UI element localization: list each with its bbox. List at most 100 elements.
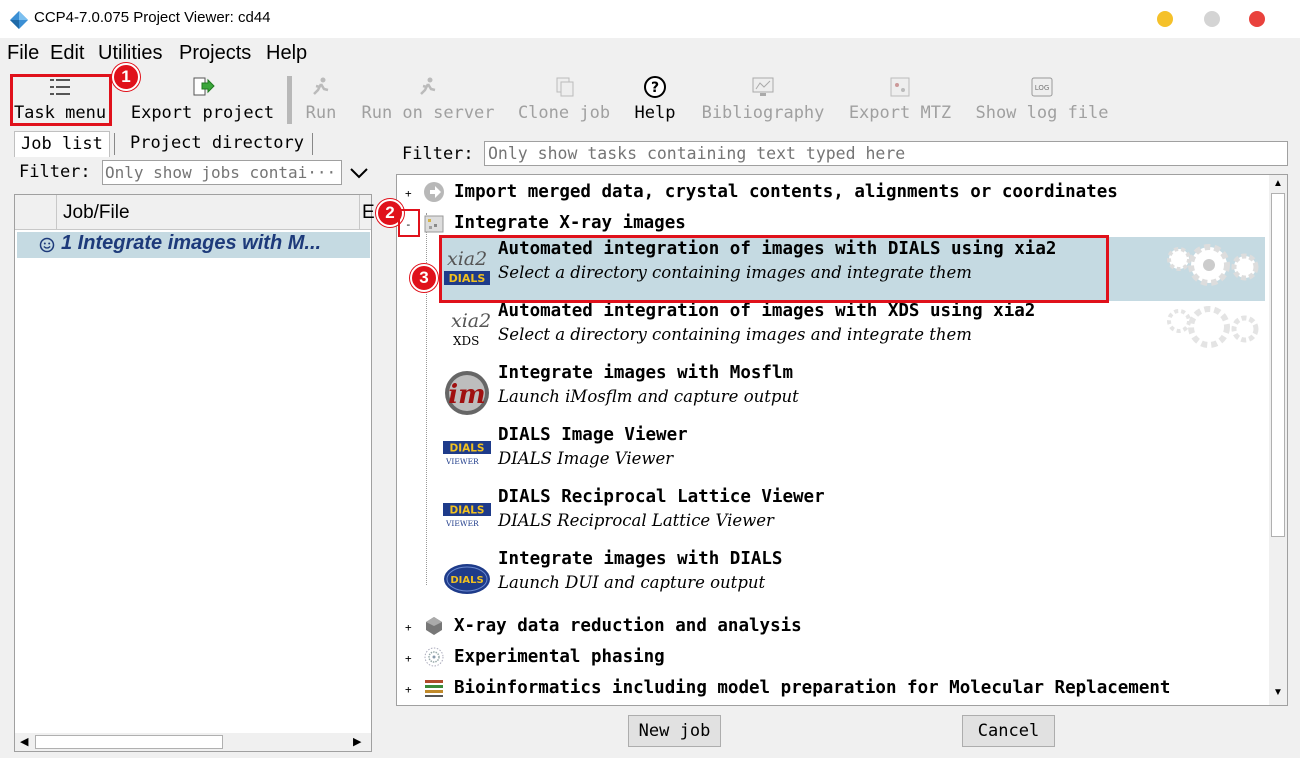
- xia2-xds-icon: xia2 XDS: [451, 310, 491, 348]
- svg-text:?: ?: [651, 80, 659, 96]
- menu-edit[interactable]: Edit: [50, 42, 84, 65]
- expand-icon[interactable]: +: [405, 683, 412, 696]
- scroll-right-icon[interactable]: ▶: [353, 735, 361, 748]
- task-description: Select a directory containing images and…: [498, 325, 972, 344]
- bibliography-button[interactable]: Bibliography: [700, 72, 826, 128]
- menu-utilities[interactable]: Utilities: [98, 42, 162, 65]
- menu-projects[interactable]: Projects: [179, 42, 251, 65]
- task-description: Launch iMosflm and capture output: [498, 387, 799, 406]
- task-dials-reciprocal-lattice-viewer[interactable]: DIALS VIEWER DIALS Reciprocal Lattice Vi…: [443, 485, 1265, 547]
- close-button[interactable]: [1249, 11, 1265, 27]
- dials-icon-text: DIALS: [449, 505, 484, 517]
- dials-icon-text: DIALS: [449, 443, 484, 455]
- dials-viewer-icon: DIALS VIEWER: [443, 441, 491, 466]
- category-bioinformatics[interactable]: + Bioinformatics including model prepara…: [397, 675, 1267, 703]
- minimize-button[interactable]: [1157, 11, 1173, 27]
- column-e[interactable]: E: [362, 202, 375, 224]
- arrow-right-circle-icon: [424, 182, 444, 202]
- task-mosflm[interactable]: im Integrate images with Mosflm Launch i…: [443, 361, 1265, 423]
- run-on-server-button[interactable]: Run on server: [360, 72, 496, 128]
- category-integrate[interactable]: - Integrate X-ray images: [397, 210, 1267, 238]
- phasing-category-icon: [424, 647, 444, 667]
- scroll-left-icon[interactable]: ◀: [20, 735, 28, 748]
- integrate-category-icon: [424, 215, 444, 233]
- task-xia2-xds[interactable]: xia2 XDS Automated integration of images…: [443, 299, 1265, 361]
- log-file-icon: LOG: [1031, 77, 1053, 97]
- cancel-button[interactable]: Cancel: [962, 715, 1055, 747]
- reduction-category-icon: [426, 617, 442, 635]
- task-title: DIALS Image Viewer: [498, 425, 688, 445]
- task-dials-image-viewer[interactable]: DIALS VIEWER DIALS Image Viewer DIALS Im…: [443, 423, 1265, 485]
- run-server-icon: [420, 77, 436, 95]
- gears-icon: [1167, 244, 1259, 286]
- job-row[interactable]: 1 Integrate images with M...: [17, 232, 370, 258]
- job-table-header: Job/File E: [15, 195, 375, 230]
- menu-bar: File Edit Utilities Projects Help: [0, 38, 1300, 68]
- help-label: Help: [634, 103, 676, 123]
- show-log-file-button[interactable]: LOG Show log file: [974, 72, 1110, 128]
- clone-job-button[interactable]: Clone job: [516, 72, 612, 128]
- tab-job-list-label: Job list: [21, 134, 103, 154]
- hscroll-thumb[interactable]: [35, 735, 223, 749]
- run-label: Run: [305, 103, 337, 123]
- task-filter-input[interactable]: [484, 141, 1288, 166]
- menu-file[interactable]: File: [7, 42, 39, 65]
- job-row-label: 1 Integrate images with M...: [61, 232, 322, 254]
- help-icon: ?: [644, 76, 666, 98]
- toolbar-separator: [287, 76, 292, 124]
- export-icon: [193, 77, 215, 96]
- scroll-up-icon[interactable]: ▲: [1273, 178, 1283, 189]
- task-dials-dui[interactable]: DIALS Integrate images with DIALS Launch…: [443, 547, 1265, 609]
- maximize-button[interactable]: [1204, 11, 1220, 27]
- job-table-hscrollbar[interactable]: ◀ ▶: [15, 733, 371, 751]
- scroll-down-icon[interactable]: ▼: [1273, 687, 1283, 698]
- export-mtz-icon: [890, 77, 910, 97]
- category-import-label: Import merged data, crystal contents, al…: [454, 182, 1118, 202]
- bibliography-icon: [752, 77, 774, 96]
- imosflm-icon: im: [445, 371, 489, 415]
- export-mtz-button[interactable]: Export MTZ: [846, 72, 954, 128]
- task-description: DIALS Image Viewer: [498, 449, 674, 468]
- viewer-icon-text: VIEWER: [445, 457, 479, 466]
- category-import[interactable]: + Import merged data, crystal contents, …: [397, 179, 1267, 207]
- tab-job-list[interactable]: Job list: [14, 131, 110, 157]
- task-description: Launch DUI and capture output: [498, 573, 766, 592]
- category-reduction[interactable]: + X-ray data reduction and analysis: [397, 613, 1267, 641]
- task-tree-vscrollbar[interactable]: ▲ ▼: [1269, 175, 1287, 705]
- bibliography-label: Bibliography: [701, 103, 825, 123]
- job-filter-input[interactable]: [102, 160, 342, 185]
- job-filter-dropdown[interactable]: [346, 160, 372, 185]
- run-button[interactable]: Run: [300, 72, 342, 128]
- expand-icon[interactable]: +: [405, 621, 412, 634]
- clone-icon: [556, 77, 574, 97]
- bioinformatics-category-icon: [425, 680, 443, 697]
- expand-icon[interactable]: +: [405, 652, 412, 665]
- expand-icon[interactable]: +: [405, 187, 412, 200]
- task-title: Automated integration of images with XDS…: [498, 301, 1036, 321]
- xia2-icon-text: xia2: [451, 310, 491, 332]
- im-icon-text: im: [448, 380, 485, 410]
- task-title: Integrate images with DIALS: [498, 549, 783, 569]
- export-project-button[interactable]: Export project: [130, 72, 275, 128]
- annotation-box-xia2-dials: [439, 235, 1109, 303]
- menu-help[interactable]: Help: [266, 42, 307, 65]
- task-description: DIALS Reciprocal Lattice Viewer: [498, 511, 774, 530]
- help-button[interactable]: ? Help: [630, 72, 680, 128]
- column-job-file[interactable]: Job/File: [63, 202, 130, 224]
- tab-project-directory-label: Project directory: [130, 133, 304, 153]
- svg-text:LOG: LOG: [1035, 84, 1050, 92]
- category-phasing[interactable]: + Experimental phasing: [397, 644, 1267, 672]
- job-status-smiley-icon: [39, 237, 55, 253]
- annotation-badge-1: 1: [112, 63, 140, 91]
- export-project-label: Export project: [130, 103, 275, 123]
- vscroll-thumb[interactable]: [1271, 193, 1285, 537]
- tab-project-directory[interactable]: Project directory: [124, 131, 310, 157]
- gears-icon: [1167, 306, 1259, 348]
- category-bioinformatics-label: Bioinformatics including model preparati…: [454, 678, 1171, 698]
- new-job-button[interactable]: New job: [628, 715, 721, 747]
- task-title: Integrate images with Mosflm: [498, 363, 794, 383]
- task-filter-label: Filter:: [402, 144, 474, 164]
- dials-viewer-icon: DIALS VIEWER: [443, 503, 491, 528]
- annotation-box-collapse: [398, 209, 420, 237]
- clone-job-label: Clone job: [517, 103, 611, 123]
